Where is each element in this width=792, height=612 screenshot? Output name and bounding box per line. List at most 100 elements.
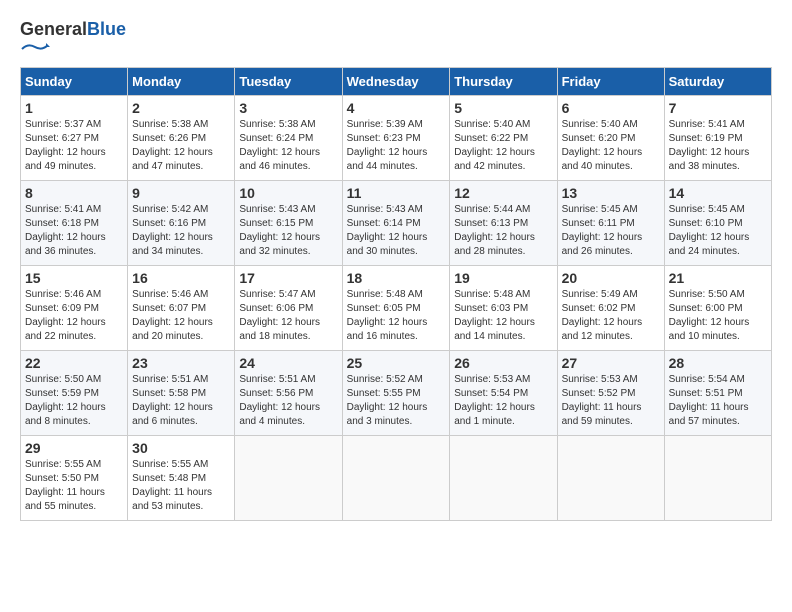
calendar-day-cell: 4 Sunrise: 5:39 AM Sunset: 6:23 PM Daylig…	[342, 96, 450, 181]
day-info: Sunrise: 5:55 AM Sunset: 5:50 PM Dayligh…	[25, 458, 123, 514]
calendar-day-cell: 2 Sunrise: 5:38 AM Sunset: 6:26 PM Daylig…	[128, 96, 235, 181]
day-number: 13	[562, 185, 660, 201]
calendar-day-cell: 11 Sunrise: 5:43 AM Sunset: 6:14 PM Dayli…	[342, 181, 450, 266]
calendar-day-cell: 9 Sunrise: 5:42 AM Sunset: 6:16 PM Daylig…	[128, 181, 235, 266]
calendar-day-cell: 5Sunrise: 5:40 AM Sunset: 6:22 PM Daylig…	[450, 96, 557, 181]
day-number: 10	[239, 185, 337, 201]
calendar-col-header: Tuesday	[235, 68, 342, 96]
day-number: 4	[347, 100, 446, 116]
day-info: Sunrise: 5:53 AM Sunset: 5:54 PM Dayligh…	[454, 373, 552, 429]
calendar-day-cell: 20 Sunrise: 5:49 AM Sunset: 6:02 PM Dayli…	[557, 266, 664, 351]
calendar-week-row: 29 Sunrise: 5:55 AM Sunset: 5:50 PM Dayli…	[21, 436, 772, 521]
calendar-day-cell: 29 Sunrise: 5:55 AM Sunset: 5:50 PM Dayli…	[21, 436, 128, 521]
calendar-day-cell	[450, 436, 557, 521]
day-number: 11	[347, 185, 446, 201]
day-info: Sunrise: 5:38 AM Sunset: 6:24 PM Dayligh…	[239, 118, 337, 174]
day-info: Sunrise: 5:50 AM Sunset: 6:00 PM Dayligh…	[669, 288, 767, 344]
day-info: Sunrise: 5:53 AM Sunset: 5:52 PM Dayligh…	[562, 373, 660, 429]
day-number: 22	[25, 355, 123, 371]
calendar-day-cell: 7 Sunrise: 5:41 AM Sunset: 6:19 PM Daylig…	[664, 96, 771, 181]
calendar-day-cell: 23Sunrise: 5:51 AM Sunset: 5:58 PM Dayli…	[128, 351, 235, 436]
calendar-day-cell: 13Sunrise: 5:45 AM Sunset: 6:11 PM Dayli…	[557, 181, 664, 266]
day-number: 27	[562, 355, 660, 371]
calendar-day-cell: 26 Sunrise: 5:53 AM Sunset: 5:54 PM Dayli…	[450, 351, 557, 436]
calendar-day-cell: 10 Sunrise: 5:43 AM Sunset: 6:15 PM Dayli…	[235, 181, 342, 266]
day-number: 7	[669, 100, 767, 116]
calendar-day-cell: 22Sunrise: 5:50 AM Sunset: 5:59 PM Dayli…	[21, 351, 128, 436]
day-info: Sunrise: 5:38 AM Sunset: 6:26 PM Dayligh…	[132, 118, 230, 174]
day-number: 15	[25, 270, 123, 286]
day-info: Sunrise: 5:52 AM Sunset: 5:55 PM Dayligh…	[347, 373, 446, 429]
calendar-header-row: SundayMondayTuesdayWednesdayThursdayFrid…	[21, 68, 772, 96]
calendar-day-cell	[664, 436, 771, 521]
day-info: Sunrise: 5:39 AM Sunset: 6:23 PM Dayligh…	[347, 118, 446, 174]
calendar-day-cell: 15 Sunrise: 5:46 AM Sunset: 6:09 PM Dayli…	[21, 266, 128, 351]
calendar-col-header: Sunday	[21, 68, 128, 96]
calendar-table: SundayMondayTuesdayWednesdayThursdayFrid…	[20, 67, 772, 521]
calendar-day-cell	[235, 436, 342, 521]
calendar-day-cell: 12 Sunrise: 5:44 AM Sunset: 6:13 PM Dayli…	[450, 181, 557, 266]
calendar-col-header: Monday	[128, 68, 235, 96]
calendar-day-cell: 17 Sunrise: 5:47 AM Sunset: 6:06 PM Dayli…	[235, 266, 342, 351]
calendar-day-cell: 24 Sunrise: 5:51 AM Sunset: 5:56 PM Dayli…	[235, 351, 342, 436]
page-header: GeneralBlue	[20, 20, 772, 57]
day-number: 21	[669, 270, 767, 286]
day-info: Sunrise: 5:48 AM Sunset: 6:05 PM Dayligh…	[347, 288, 446, 344]
day-number: 3	[239, 100, 337, 116]
calendar-week-row: 8 Sunrise: 5:41 AM Sunset: 6:18 PM Daylig…	[21, 181, 772, 266]
calendar-day-cell: 25 Sunrise: 5:52 AM Sunset: 5:55 PM Dayli…	[342, 351, 450, 436]
calendar-day-cell: 6 Sunrise: 5:40 AM Sunset: 6:20 PM Daylig…	[557, 96, 664, 181]
logo-text: GeneralBlue	[20, 20, 126, 57]
day-number: 9	[132, 185, 230, 201]
day-number: 24	[239, 355, 337, 371]
day-number: 28	[669, 355, 767, 371]
day-number: 19	[454, 270, 552, 286]
day-number: 30	[132, 440, 230, 456]
day-info: Sunrise: 5:43 AM Sunset: 6:15 PM Dayligh…	[239, 203, 337, 259]
day-info: Sunrise: 5:54 AM Sunset: 5:51 PM Dayligh…	[669, 373, 767, 429]
calendar-col-header: Saturday	[664, 68, 771, 96]
calendar-col-header: Friday	[557, 68, 664, 96]
day-number: 8	[25, 185, 123, 201]
day-info: Sunrise: 5:46 AM Sunset: 6:09 PM Dayligh…	[25, 288, 123, 344]
calendar-day-cell: 3 Sunrise: 5:38 AM Sunset: 6:24 PM Daylig…	[235, 96, 342, 181]
day-info: Sunrise: 5:44 AM Sunset: 6:13 PM Dayligh…	[454, 203, 552, 259]
day-info: Sunrise: 5:48 AM Sunset: 6:03 PM Dayligh…	[454, 288, 552, 344]
day-info: Sunrise: 5:55 AM Sunset: 5:48 PM Dayligh…	[132, 458, 230, 514]
day-info: Sunrise: 5:41 AM Sunset: 6:19 PM Dayligh…	[669, 118, 767, 174]
day-number: 16	[132, 270, 230, 286]
day-info: Sunrise: 5:46 AM Sunset: 6:07 PM Dayligh…	[132, 288, 230, 344]
day-number: 12	[454, 185, 552, 201]
calendar-day-cell: 30 Sunrise: 5:55 AM Sunset: 5:48 PM Dayli…	[128, 436, 235, 521]
day-info: Sunrise: 5:45 AM Sunset: 6:10 PM Dayligh…	[669, 203, 767, 259]
calendar-week-row: 1Sunrise: 5:37 AM Sunset: 6:27 PM Daylig…	[21, 96, 772, 181]
day-info: Sunrise: 5:51 AM Sunset: 5:56 PM Dayligh…	[239, 373, 337, 429]
calendar-week-row: 15 Sunrise: 5:46 AM Sunset: 6:09 PM Dayli…	[21, 266, 772, 351]
calendar-day-cell: 27 Sunrise: 5:53 AM Sunset: 5:52 PM Dayli…	[557, 351, 664, 436]
day-number: 5	[454, 100, 552, 116]
day-info: Sunrise: 5:47 AM Sunset: 6:06 PM Dayligh…	[239, 288, 337, 344]
day-number: 29	[25, 440, 123, 456]
day-number: 20	[562, 270, 660, 286]
calendar-day-cell: 18 Sunrise: 5:48 AM Sunset: 6:05 PM Dayli…	[342, 266, 450, 351]
calendar-day-cell: 1Sunrise: 5:37 AM Sunset: 6:27 PM Daylig…	[21, 96, 128, 181]
day-info: Sunrise: 5:42 AM Sunset: 6:16 PM Dayligh…	[132, 203, 230, 259]
calendar-day-cell	[342, 436, 450, 521]
day-number: 18	[347, 270, 446, 286]
calendar-day-cell: 28 Sunrise: 5:54 AM Sunset: 5:51 PM Dayli…	[664, 351, 771, 436]
calendar-day-cell: 21 Sunrise: 5:50 AM Sunset: 6:00 PM Dayli…	[664, 266, 771, 351]
day-number: 26	[454, 355, 552, 371]
calendar-day-cell: 16 Sunrise: 5:46 AM Sunset: 6:07 PM Dayli…	[128, 266, 235, 351]
calendar-day-cell: 14 Sunrise: 5:45 AM Sunset: 6:10 PM Dayli…	[664, 181, 771, 266]
day-number: 6	[562, 100, 660, 116]
day-number: 17	[239, 270, 337, 286]
calendar-day-cell: 19 Sunrise: 5:48 AM Sunset: 6:03 PM Dayli…	[450, 266, 557, 351]
day-number: 2	[132, 100, 230, 116]
calendar-col-header: Thursday	[450, 68, 557, 96]
day-info: Sunrise: 5:41 AM Sunset: 6:18 PM Dayligh…	[25, 203, 123, 259]
day-number: 14	[669, 185, 767, 201]
day-info: Sunrise: 5:49 AM Sunset: 6:02 PM Dayligh…	[562, 288, 660, 344]
day-info: Sunrise: 5:43 AM Sunset: 6:14 PM Dayligh…	[347, 203, 446, 259]
day-number: 25	[347, 355, 446, 371]
day-info: Sunrise: 5:40 AM Sunset: 6:20 PM Dayligh…	[562, 118, 660, 174]
